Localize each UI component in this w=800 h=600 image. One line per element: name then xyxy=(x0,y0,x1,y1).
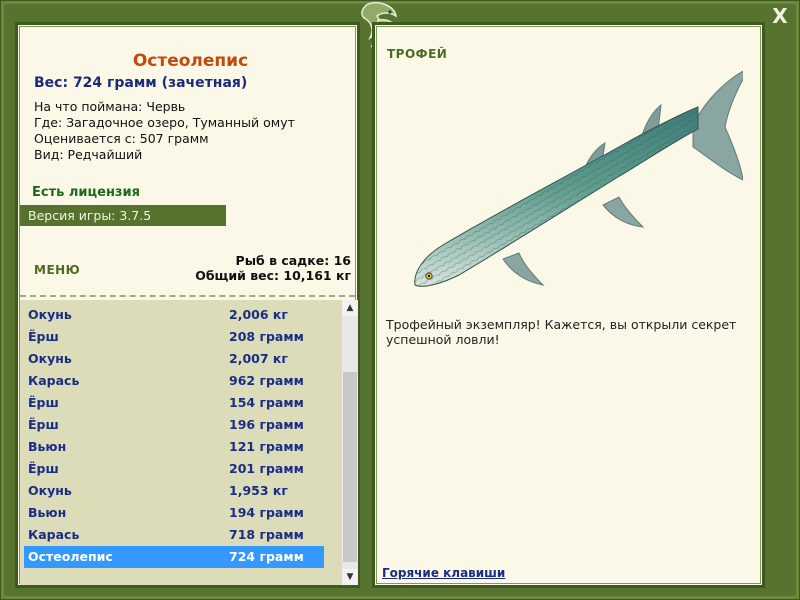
divider xyxy=(20,295,355,297)
catch-list-row[interactable]: Вьюн 121 грамм xyxy=(24,436,324,458)
fish-count: Рыб в садке: 16 xyxy=(235,253,351,268)
catch-fish-weight: 724 грамм xyxy=(229,549,304,564)
catch-fish-name: Карась xyxy=(28,373,80,388)
osteolepis-fish-image xyxy=(414,70,743,287)
menu-button[interactable]: МЕНЮ xyxy=(34,263,80,277)
catch-fish-name: Вьюн xyxy=(28,505,67,520)
bait-info: На что поймана: Червь xyxy=(34,99,186,114)
catch-list-row[interactable]: Окунь 2,007 кг xyxy=(24,348,324,370)
catch-list[interactable]: Окунь 2,006 кг Ёрш 208 грамм Окунь 2,007 кг Ка… xyxy=(20,300,342,585)
scrollbar[interactable]: ▲ ▼ xyxy=(342,300,358,585)
catch-fish-weight: 2,006 кг xyxy=(229,307,288,322)
total-weight: Общий вес: 10,161 кг xyxy=(195,268,351,283)
hotkeys-link[interactable]: Горячие клавиши xyxy=(382,566,505,580)
catch-fish-name: Окунь xyxy=(28,351,72,366)
catch-fish-name: Ёрш xyxy=(28,395,59,410)
trophy-panel: ТРОФЕЙ Трофейный экземпляр! Кажется, вы … xyxy=(372,22,765,588)
fish-info-panel: Остеолепис Вес: 724 грамм (зачетная) На … xyxy=(15,22,360,588)
close-button[interactable]: X xyxy=(770,4,790,28)
catch-fish-name: Остеолепис xyxy=(28,549,113,564)
catch-list-row[interactable]: Окунь 1,953 кг xyxy=(24,480,324,502)
catch-list-row[interactable]: Вьюн 194 грамм xyxy=(24,502,324,524)
catch-fish-weight: 718 грамм xyxy=(229,527,304,542)
catch-list-row[interactable]: Ёрш 208 грамм xyxy=(24,326,324,348)
catch-fish-weight: 962 грамм xyxy=(229,373,304,388)
catch-fish-weight: 196 грамм xyxy=(229,417,304,432)
species-info: Вид: Редчайший xyxy=(34,147,143,162)
catch-fish-name: Ёрш xyxy=(28,417,59,432)
catch-fish-name: Вьюн xyxy=(28,439,67,454)
catch-fish-name: Карась xyxy=(28,527,80,542)
license-status: Есть лицензия xyxy=(32,185,140,200)
fish-details: На что поймана: Червь Где: Загадочное оз… xyxy=(34,99,295,163)
catch-list-row[interactable]: Остеолепис 724 грамм xyxy=(24,546,324,568)
fish-name-title: Остеолепис xyxy=(132,51,249,71)
catch-fish-weight: 2,007 кг xyxy=(229,351,288,366)
catch-fish-name: Ёрш xyxy=(28,461,59,476)
scroll-thumb[interactable] xyxy=(343,372,357,562)
catch-fish-weight: 121 грамм xyxy=(229,439,304,454)
version-bar: Версия игры: 3.7.5 xyxy=(20,205,226,226)
scroll-down-icon[interactable]: ▼ xyxy=(342,569,358,585)
catch-list-row[interactable]: Ёрш 154 грамм xyxy=(24,392,324,414)
catch-fish-weight: 201 грамм xyxy=(229,461,304,476)
catch-list-row[interactable]: Карась 718 грамм xyxy=(24,524,324,546)
catch-fish-weight: 154 грамм xyxy=(229,395,304,410)
trophy-description: Трофейный экземпляр! Кажется, вы открыли… xyxy=(386,317,737,347)
catch-list-row[interactable]: Ёрш 196 грамм xyxy=(24,414,324,436)
keepnet-stats: Рыб в садке: 16 Общий вес: 10,161 кг xyxy=(195,253,351,283)
scroll-up-icon[interactable]: ▲ xyxy=(342,300,358,316)
catch-list-row[interactable]: Ёрш 201 грамм xyxy=(24,458,324,480)
rating-info: Оценивается с: 507 грамм xyxy=(34,131,209,146)
catch-fish-name: Окунь xyxy=(28,483,72,498)
catch-fish-weight: 208 грамм xyxy=(229,329,304,344)
catch-fish-name: Окунь xyxy=(28,307,72,322)
catch-fish-weight: 1,953 кг xyxy=(229,483,288,498)
catch-list-row[interactable]: Окунь 2,006 кг xyxy=(24,304,324,326)
location-info: Где: Загадочное озеро, Туманный омут xyxy=(34,115,295,130)
fish-weight: Вес: 724 грамм (зачетная) xyxy=(34,75,248,91)
catch-fish-name: Ёрш xyxy=(28,329,59,344)
catch-fish-weight: 194 грамм xyxy=(229,505,304,520)
catch-list-row[interactable]: Карась 962 грамм xyxy=(24,370,324,392)
